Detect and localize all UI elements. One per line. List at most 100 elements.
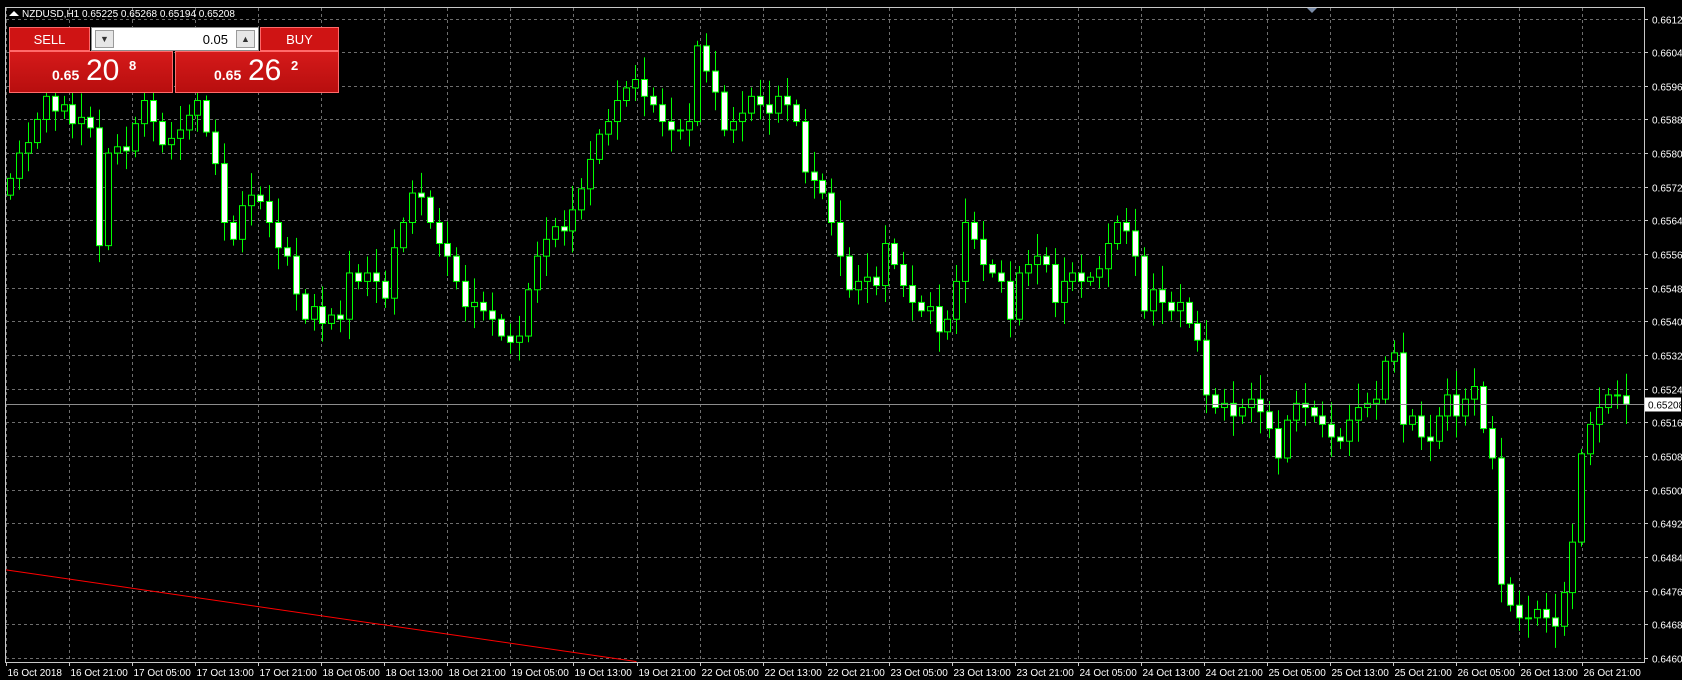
candle-body-bear <box>1007 280 1014 320</box>
lot-increase-button[interactable]: ▲ <box>236 30 255 48</box>
sell-button[interactable]: SELL <box>9 27 90 51</box>
candle-body-bear <box>891 243 898 266</box>
buy-price-pipette: 2 <box>291 58 299 73</box>
x-tick-label: 25 Oct 05:00 <box>1269 668 1327 679</box>
candle-body-bear <box>1427 436 1434 442</box>
candle-body-bull <box>587 158 594 190</box>
candle-body-bull <box>1391 352 1398 362</box>
buy-price-button[interactable]: 0.65 26 2 <box>175 51 339 93</box>
sell-price-prefix: 0.65 <box>52 67 80 83</box>
candle-body-bear <box>1052 264 1059 303</box>
y-tick-label: 0.65245 <box>1652 386 1682 397</box>
symbol-label: NZDUSD,H1 <box>22 9 80 20</box>
chevron-up-icon: ▲ <box>241 34 250 44</box>
candle-body-bull <box>694 45 701 123</box>
current-price-label: 0.65208 <box>1648 401 1682 412</box>
lot-size-input[interactable] <box>118 30 230 48</box>
candle-body-bear <box>444 243 451 257</box>
candle-body-bear <box>846 255 853 291</box>
candle-body-bear <box>1400 352 1407 425</box>
candle-body-bear <box>489 310 496 320</box>
candle-body-bull <box>1061 280 1068 303</box>
candle-body-bull <box>471 301 478 308</box>
candle-body-bear <box>998 272 1005 282</box>
y-tick-label: 0.65325 <box>1652 352 1682 363</box>
candle-body-bear <box>266 200 273 223</box>
candle-body-bear <box>1516 604 1523 619</box>
candle-body-bull <box>1534 608 1541 619</box>
candle-body-bull <box>61 104 68 112</box>
candle-body-bull <box>632 78 639 89</box>
candle-body-bull <box>177 129 184 139</box>
candle-body-bear <box>1623 395 1630 405</box>
x-tick-label: 24 Oct 21:00 <box>1206 668 1264 679</box>
candle-body-bear <box>1328 423 1335 438</box>
candle-body-bull <box>730 121 737 131</box>
candle-body-bear <box>793 104 800 123</box>
candle-body-bear <box>52 95 59 112</box>
y-tick-label: 0.65645 <box>1652 217 1682 228</box>
candle-body-bear <box>1418 415 1425 438</box>
x-tick-label: 22 Oct 21:00 <box>828 668 886 679</box>
candle-body-bear <box>1123 221 1130 232</box>
candle-body-bull <box>311 306 318 320</box>
y-tick-label: 0.65805 <box>1652 150 1682 161</box>
candle-body-bull <box>525 289 532 337</box>
candle-body-bull <box>1293 402 1300 421</box>
candle-body-bear <box>1337 436 1344 442</box>
x-tick-label: 17 Oct 05:00 <box>134 668 192 679</box>
y-tick-label: 0.64845 <box>1652 554 1682 565</box>
x-tick-label: 19 Oct 21:00 <box>639 668 697 679</box>
candle-body-bull <box>1177 301 1184 312</box>
candle-body-bear <box>1141 255 1148 312</box>
candle-body-bull <box>1409 415 1416 425</box>
candle-body-bear <box>766 104 773 114</box>
candle-body-bear <box>936 306 943 333</box>
price-chart[interactable]: 0.66125 0.66045 0.65965 0.65885 0.65805 0.657… <box>0 0 1682 680</box>
sell-price-big: 20 <box>86 54 120 87</box>
candle-body-bull <box>686 121 693 131</box>
lot-decrease-button[interactable]: ▼ <box>95 30 114 48</box>
y-tick-label: 0.65166 <box>1652 419 1682 430</box>
candle-body-bear <box>337 314 344 320</box>
candle-body-bear <box>561 226 568 232</box>
x-tick-label: 24 Oct 13:00 <box>1143 668 1201 679</box>
candle-body-bear <box>837 221 844 257</box>
buy-price-prefix: 0.65 <box>214 67 242 83</box>
candle-body-bear <box>230 221 237 240</box>
candle-body-bear <box>650 95 657 106</box>
candle-body-bull <box>748 95 755 114</box>
candle-body-bear <box>1302 402 1309 409</box>
candle-body-bear <box>453 255 460 282</box>
x-tick-label: 17 Oct 13:00 <box>197 668 255 679</box>
candle-body-bear <box>1212 394 1219 409</box>
candle-body-bull <box>1373 398 1380 404</box>
sell-price-button[interactable]: 0.65 20 8 <box>9 51 173 93</box>
candle-body-bear <box>1043 255 1050 266</box>
candle-body-bull <box>346 272 353 320</box>
y-tick-label: 0.65885 <box>1652 116 1682 127</box>
y-tick-label: 0.65005 <box>1652 487 1682 498</box>
candle-body-bear <box>873 276 880 287</box>
candle-body-bear <box>212 131 219 165</box>
candle-body-bear <box>971 221 978 240</box>
candle-body-bull <box>1382 360 1389 400</box>
x-tick-label: 16 Oct 2018 <box>8 668 63 679</box>
y-tick-label: 0.65485 <box>1652 285 1682 296</box>
candle-body-bull <box>534 255 541 291</box>
y-tick-label: 0.65405 <box>1652 318 1682 329</box>
candle-body-bear <box>87 116 94 129</box>
candle-body-bull <box>1569 541 1576 594</box>
buy-button[interactable]: BUY <box>260 27 339 51</box>
candle-body-bull <box>855 280 862 291</box>
candle-body-bear <box>257 194 264 202</box>
candle-body-bull <box>400 221 407 249</box>
candle-body-bear <box>1275 428 1282 459</box>
candle-body-bear <box>659 104 666 123</box>
candle-body-bear <box>203 100 210 133</box>
candle-body-bear <box>123 146 130 152</box>
candle-body-bull <box>1069 272 1076 282</box>
x-tick-label: 18 Oct 21:00 <box>449 668 507 679</box>
candle-body-bull <box>927 306 934 312</box>
candle-body-bull <box>391 247 398 299</box>
